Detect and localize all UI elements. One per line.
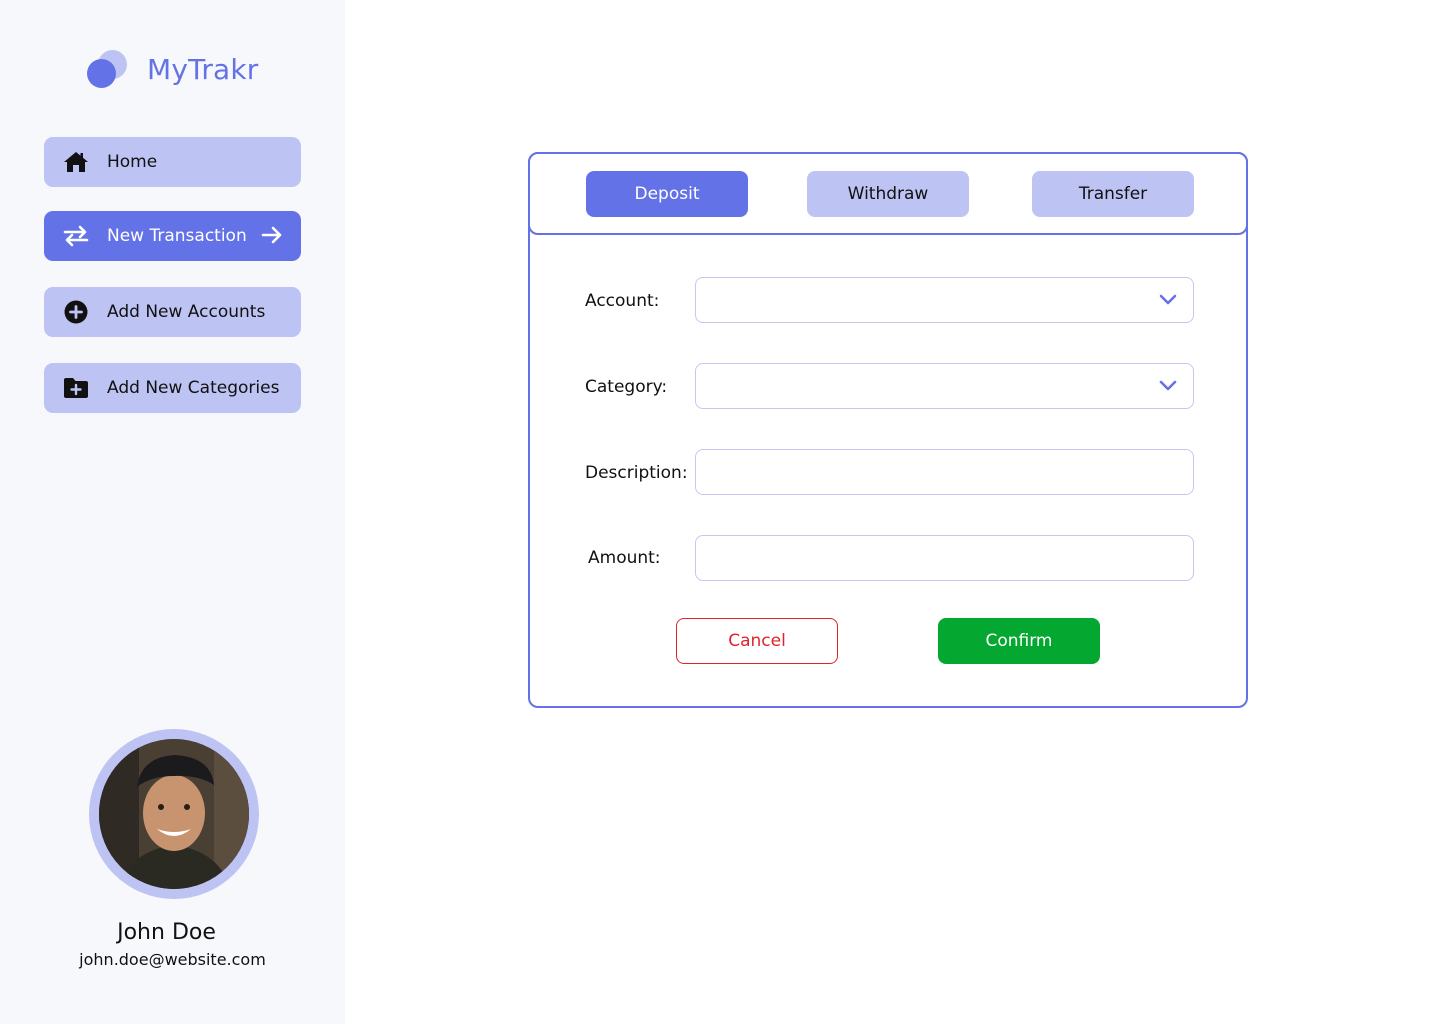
amount-field[interactable] [695, 535, 1194, 581]
description-input[interactable] [696, 450, 1193, 494]
sidebar-item-add-accounts[interactable]: Add New Accounts [44, 287, 301, 337]
user-name: John Doe [117, 920, 216, 945]
transaction-form: Deposit Withdraw Transfer Account: Categ… [528, 152, 1248, 708]
category-label: Category: [585, 377, 668, 397]
sidebar-item-label: Add New Accounts [107, 302, 266, 322]
amount-input[interactable] [696, 536, 1193, 580]
amount-label: Amount: [588, 548, 661, 568]
sidebar-item-label: New Transaction [107, 226, 247, 246]
sidebar-item-label: Add New Categories [107, 378, 280, 398]
sidebar-item-add-categories[interactable]: Add New Categories [44, 363, 301, 413]
logo-icon [86, 48, 130, 90]
swap-arrows-icon [62, 224, 90, 248]
tab-withdraw[interactable]: Withdraw [807, 171, 969, 217]
avatar[interactable] [89, 729, 259, 899]
description-field[interactable] [695, 449, 1194, 495]
tab-deposit[interactable]: Deposit [586, 171, 748, 217]
folder-plus-icon [62, 376, 90, 400]
arrow-right-icon [261, 224, 283, 250]
app-logo[interactable]: MyTrakr [86, 48, 259, 90]
home-icon [62, 150, 90, 174]
cancel-button[interactable]: Cancel [676, 618, 838, 664]
user-email: john.doe@website.com [79, 950, 266, 969]
app-name: MyTrakr [147, 52, 259, 86]
transaction-type-tabs: Deposit Withdraw Transfer [528, 152, 1248, 235]
description-label: Description: [585, 463, 688, 483]
account-select[interactable] [695, 277, 1194, 323]
confirm-button[interactable]: Confirm [938, 618, 1100, 664]
sidebar-item-home[interactable]: Home [44, 137, 301, 187]
sidebar: MyTrakr Home New Transaction Add New Acc… [0, 0, 345, 1024]
category-select[interactable] [695, 363, 1194, 409]
chevron-down-icon [1159, 292, 1177, 312]
sidebar-item-new-transaction[interactable]: New Transaction [44, 211, 301, 261]
sidebar-item-label: Home [107, 152, 158, 172]
plus-circle-icon [62, 300, 90, 324]
tab-transfer[interactable]: Transfer [1032, 171, 1194, 217]
chevron-down-icon [1159, 378, 1177, 398]
user-photo [99, 739, 249, 889]
account-label: Account: [585, 291, 660, 311]
